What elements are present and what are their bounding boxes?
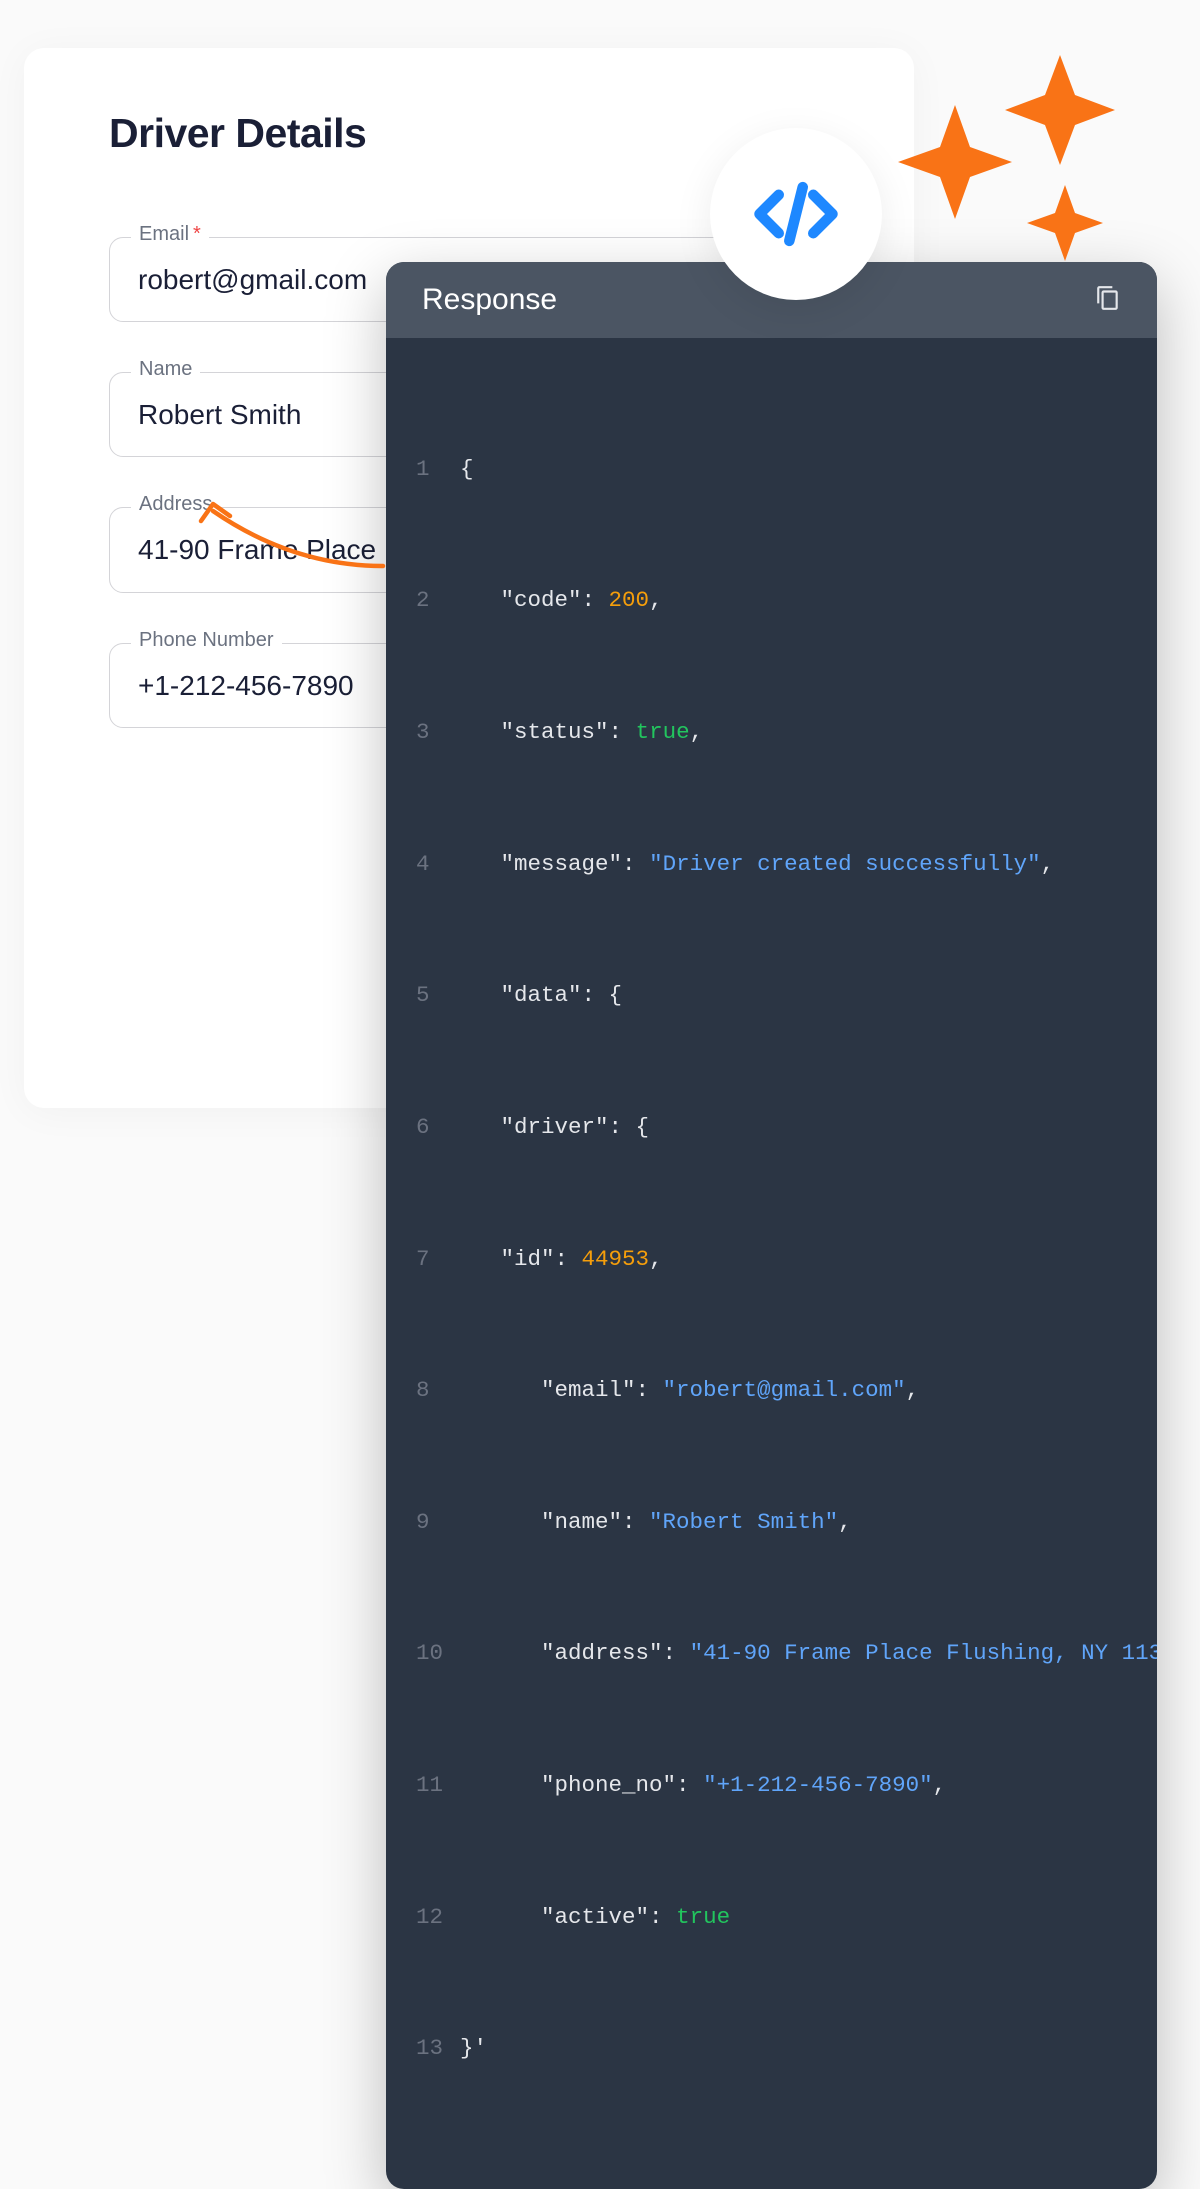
code-token: "message" [501,851,623,877]
response-panel: Response 1{ 2 "code": 200, 3 "status": t… [386,262,1157,2189]
code-token: }' [460,2035,487,2061]
line-number: 13 [416,2027,460,2071]
email-label: Email * [131,223,209,246]
code-line: 6 "driver": { [416,1106,1127,1150]
code-token: "code" [501,587,582,613]
code-line: 9 "name": "Robert Smith", [416,1501,1127,1545]
code-token: { [460,456,474,482]
code-token: "Driver created successfully" [649,851,1041,877]
phone-label-text: Phone Number [139,629,274,652]
code-line: 1{ [416,448,1127,492]
sparkles-icon [890,45,1150,280]
required-asterisk: * [193,223,201,246]
code-token: "driver" [501,1114,609,1140]
line-number: 6 [416,1106,460,1150]
code-line: 2 "code": 200, [416,579,1127,623]
code-token: "active" [541,1904,649,1930]
code-token: "status" [501,719,609,745]
arrow-icon [193,496,393,581]
line-number: 5 [416,974,460,1018]
phone-label: Phone Number [131,629,282,652]
email-label-text: Email [139,223,189,246]
copy-icon[interactable] [1095,285,1121,316]
line-number: 11 [416,1764,460,1808]
line-number: 8 [416,1369,460,1413]
line-number: 3 [416,711,460,755]
code-token: "41-90 Frame Place Flushing, NY 11355 US… [690,1640,1157,1666]
code-line: 3 "status": true, [416,711,1127,755]
code-line: 7 "id": 44953, [416,1238,1127,1282]
code-badge-icon [710,128,882,300]
code-token: "id" [501,1246,555,1272]
line-number: 4 [416,843,460,887]
code-token: "Robert Smith" [649,1509,838,1535]
code-token: true [636,719,690,745]
code-line: 5 "data": { [416,974,1127,1018]
code-line: 11 "phone_no": "+1-212-456-7890", [416,1764,1127,1808]
line-number: 7 [416,1238,460,1282]
code-token: 200 [609,587,650,613]
code-token: 44953 [582,1246,650,1272]
response-body: 1{ 2 "code": 200, 3 "status": true, 4 "m… [386,338,1157,2189]
line-number: 2 [416,579,460,623]
code-line: 8 "email": "robert@gmail.com", [416,1369,1127,1413]
code-token: "phone_no" [541,1772,676,1798]
name-label: Name [131,358,200,381]
code-token: "name" [541,1509,622,1535]
code-token: true [676,1904,730,1930]
code-token: "data" [501,982,582,1008]
line-number: 12 [416,1896,460,1940]
code-token: "+1-212-456-7890" [703,1772,933,1798]
code-line: 12 "active": true [416,1896,1127,1940]
line-number: 10 [416,1632,460,1676]
code-line: 4 "message": "Driver created successfull… [416,843,1127,887]
name-label-text: Name [139,358,192,381]
form-title: Driver Details [109,110,829,157]
response-title: Response [422,283,557,317]
line-number: 1 [416,448,460,492]
code-token: "address" [541,1640,663,1666]
code-line: 10 "address": "41-90 Frame Place Flushin… [416,1632,1127,1676]
code-token: "robert@gmail.com" [663,1377,906,1403]
line-number: 9 [416,1501,460,1545]
code-token: "email" [541,1377,636,1403]
code-line: 13}' [416,2027,1127,2071]
